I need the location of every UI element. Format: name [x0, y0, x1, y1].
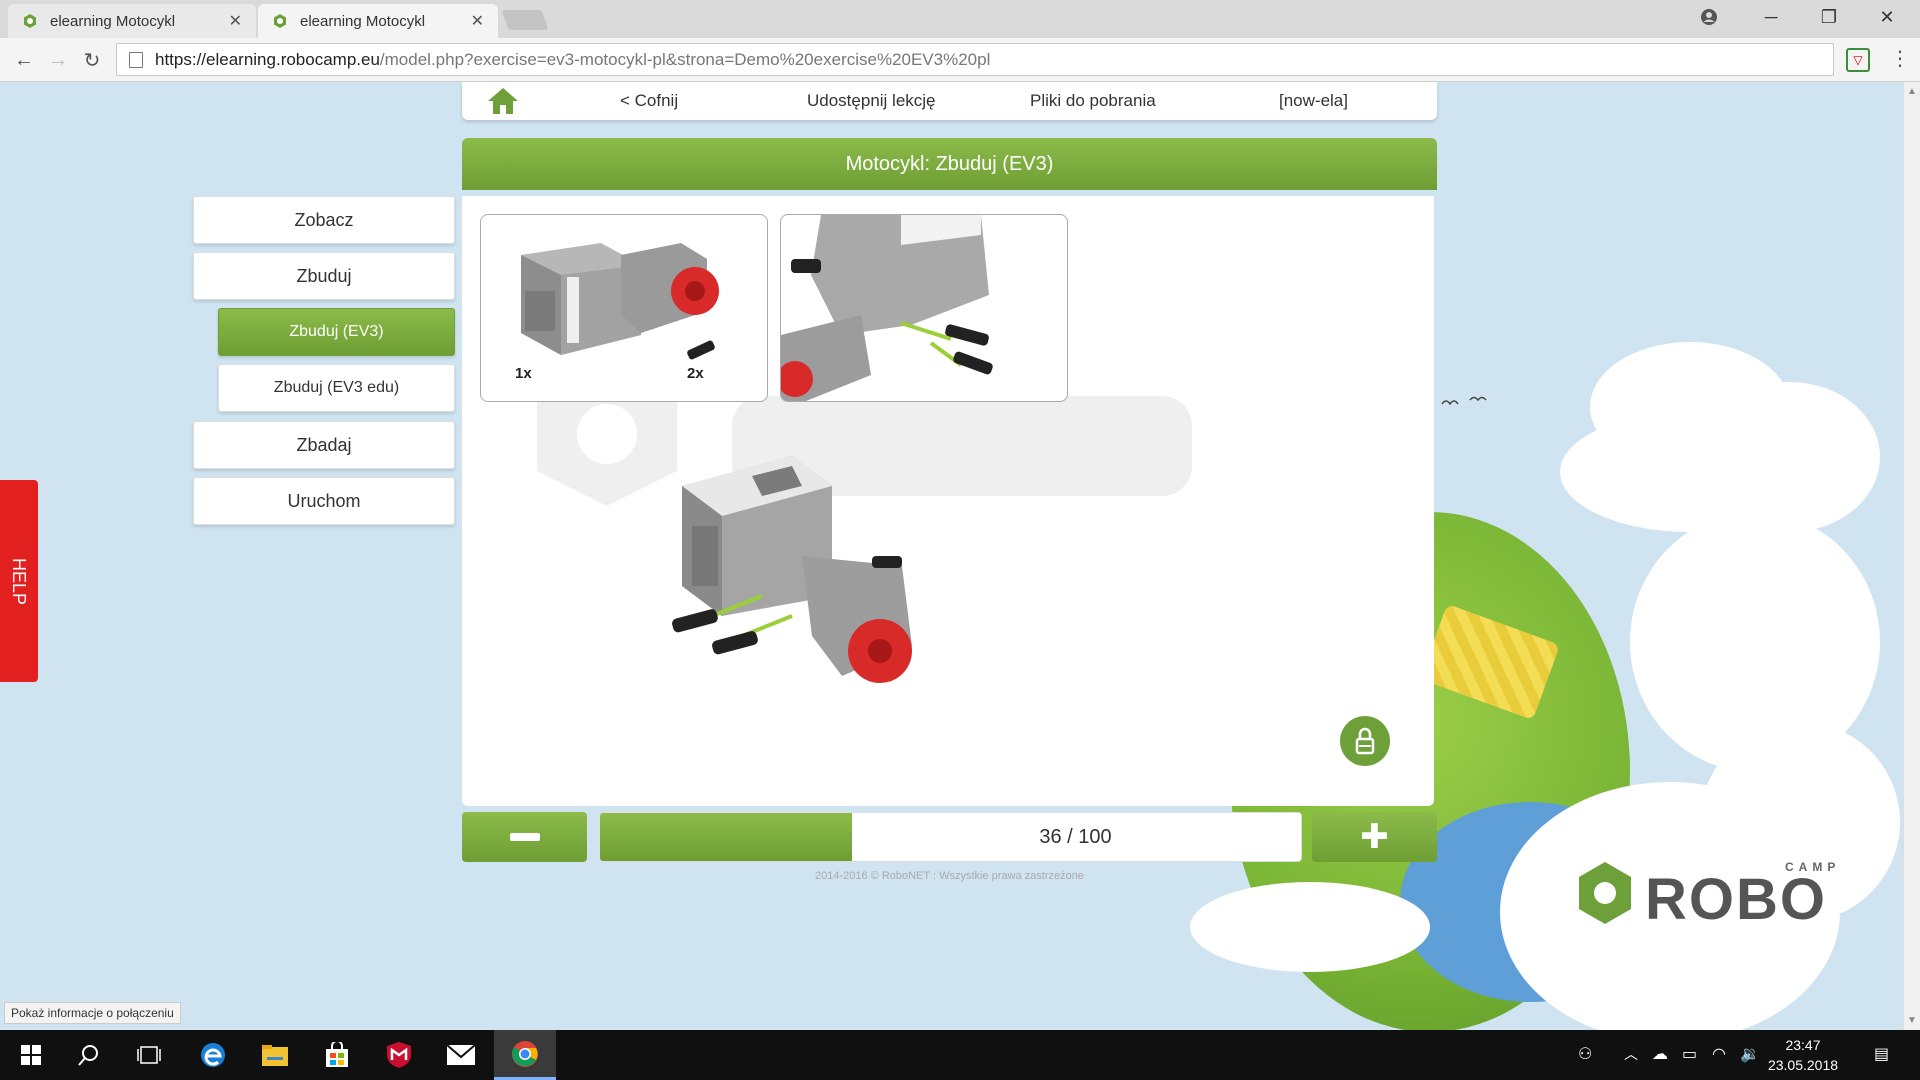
sidebar-item-label: Zbuduj (EV3 edu) [273, 379, 400, 396]
show-hidden-icons-icon[interactable]: ︿ [1624, 1044, 1638, 1064]
sidebar-item-label: Zobacz [294, 209, 354, 230]
scroll-down-icon[interactable]: ▼ [1907, 1015, 1917, 1026]
lock-icon [1355, 727, 1375, 755]
back-link[interactable]: < Cofnij [620, 91, 678, 111]
connection-info-status: Pokaż informacje o połączeniu [4, 1002, 181, 1024]
part-quantity: 2x [687, 365, 704, 382]
task-view-icon[interactable] [118, 1030, 180, 1080]
address-bar[interactable]: https://elearning.robocamp.eu/model.php?… [116, 43, 1834, 76]
url-host: https://elearning.robocamp.eu [155, 49, 380, 69]
lesson-top-nav: < Cofnij Udostępnij lekcję Pliki do pobr… [462, 82, 1437, 120]
minus-icon [509, 833, 540, 841]
downloads-link[interactable]: Pliki do pobrania [1030, 91, 1156, 111]
robocamp-favicon [24, 14, 36, 28]
close-icon[interactable]: ✕ [471, 11, 484, 31]
new-tab-button[interactable] [501, 10, 549, 30]
copyright-text: 2014-2016 © RoboNET : Wszystkie prawa za… [815, 870, 1084, 882]
tab-title: elearning Motocykl [300, 12, 426, 30]
edge-browser-icon[interactable] [182, 1030, 244, 1080]
step-counter: 36 / 100 [1039, 825, 1112, 848]
page-scrollbar[interactable]: ▲ ▼ [1903, 82, 1920, 1030]
sidebar-item-label: Zbuduj (EV3) [289, 323, 384, 340]
sidebar-item-label: Zbadaj [296, 434, 352, 455]
close-window-icon[interactable]: ✕ [1858, 0, 1916, 34]
parts-list-card: 1x 2x [480, 214, 768, 402]
close-icon[interactable]: ✕ [229, 11, 242, 31]
help-label: HELP [9, 557, 30, 605]
battery-icon[interactable]: ▭ [1682, 1044, 1697, 1064]
assembly-step-card [780, 214, 1068, 402]
back-arrow-icon[interactable]: ← [10, 46, 38, 74]
url-path: /model.php?exercise=ev3-motocykl-pl&stro… [379, 49, 991, 69]
step-pager: 36 / 100 ✚ [462, 812, 1437, 862]
sidebar-item-label: Zbuduj [296, 265, 352, 286]
help-tab[interactable]: HELP [0, 480, 38, 682]
windows-icon [21, 1045, 41, 1065]
minimize-icon[interactable]: ─ [1742, 0, 1800, 34]
volume-icon[interactable]: 🔉 [1740, 1044, 1760, 1064]
previous-step-button[interactable] [462, 812, 587, 862]
browser-menu-icon[interactable]: ⋮ [1890, 46, 1910, 71]
browser-tab-2[interactable]: elearning Motocykl ✕ [258, 4, 498, 38]
lock-button[interactable] [1340, 716, 1390, 766]
clock-time: 23:47 [1785, 1037, 1821, 1053]
reload-icon[interactable]: ↻ [78, 46, 106, 74]
user-link[interactable]: [now-ela] [1279, 91, 1348, 111]
build-instructions-panel: 1x 2x [462, 196, 1434, 806]
tab-title: elearning Motocykl [50, 12, 176, 30]
sidebar-item-zbuduj[interactable]: Zbuduj [193, 252, 455, 300]
people-icon[interactable]: ⚇ [1578, 1044, 1592, 1064]
robocamp-logo: CAMP ROBO [1575, 860, 1860, 932]
assembly-illustration [781, 215, 993, 401]
sidebar-item-zbuduj-ev3-edu[interactable]: Zbuduj (EV3 edu) [218, 364, 455, 412]
part-quantity: 1x [515, 365, 532, 382]
home-icon[interactable] [486, 86, 520, 116]
browser-tab-1[interactable]: elearning Motocykl ✕ [8, 4, 256, 38]
sidebar-item-zbuduj-ev3[interactable]: Zbuduj (EV3) [218, 308, 455, 356]
forward-arrow-icon[interactable]: → [44, 46, 72, 74]
search-icon[interactable] [58, 1030, 120, 1080]
plus-icon: ✚ [1360, 818, 1389, 856]
sidebar-item-zobacz[interactable]: Zobacz [193, 196, 455, 244]
sidebar-item-zbadaj[interactable]: Zbadaj [193, 421, 455, 469]
robocamp-favicon [274, 14, 286, 28]
system-clock[interactable]: 23:47 23.05.2018 [1758, 1035, 1848, 1075]
mcafee-icon[interactable] [368, 1030, 430, 1080]
browser-toolbar: ← → ↻ https://elearning.robocamp.eu/mode… [0, 38, 1920, 82]
motorcycle-model-illustration [672, 456, 912, 683]
wifi-icon[interactable]: ◠ [1712, 1044, 1726, 1064]
notifications-icon[interactable]: ▤ [1874, 1044, 1889, 1064]
mail-icon[interactable] [430, 1030, 492, 1080]
logo-robo-text: ROBO [1645, 867, 1827, 932]
lesson-title-bar: Motocykl: Zbuduj (EV3) [462, 138, 1437, 190]
store-icon[interactable] [306, 1030, 368, 1080]
profile-icon[interactable] [1680, 0, 1738, 34]
browser-tab-bar: elearning Motocykl ✕ elearning Motocykl … [0, 0, 1920, 38]
file-explorer-icon[interactable] [244, 1030, 306, 1080]
sidebar-item-uruchom[interactable]: Uruchom [193, 477, 455, 525]
next-step-button[interactable]: ✚ [1312, 812, 1437, 862]
mcafee-extension-icon[interactable]: ▽ [1846, 48, 1870, 72]
scroll-up-icon[interactable]: ▲ [1907, 86, 1917, 97]
clock-date: 23.05.2018 [1767, 1057, 1839, 1073]
lesson-title: Motocykl: Zbuduj (EV3) [845, 152, 1054, 175]
step-progress-bar[interactable]: 36 / 100 [599, 812, 1302, 862]
share-lesson-link[interactable]: Udostępnij lekcję [807, 91, 936, 111]
background-cloud [1190, 882, 1430, 972]
start-button[interactable] [0, 1030, 62, 1080]
windows-taskbar: ⚇ ︿ ☁ ▭ ◠ 🔉 23:47 23.05.2018 ▤ [0, 1030, 1920, 1080]
sidebar-item-label: Uruchom [287, 490, 361, 511]
restore-icon[interactable]: ❐ [1800, 0, 1858, 34]
birds-icon [1441, 396, 1487, 406]
page-info-icon[interactable] [129, 51, 143, 68]
chrome-icon[interactable] [494, 1030, 556, 1080]
onedrive-icon[interactable]: ☁ [1652, 1044, 1668, 1064]
